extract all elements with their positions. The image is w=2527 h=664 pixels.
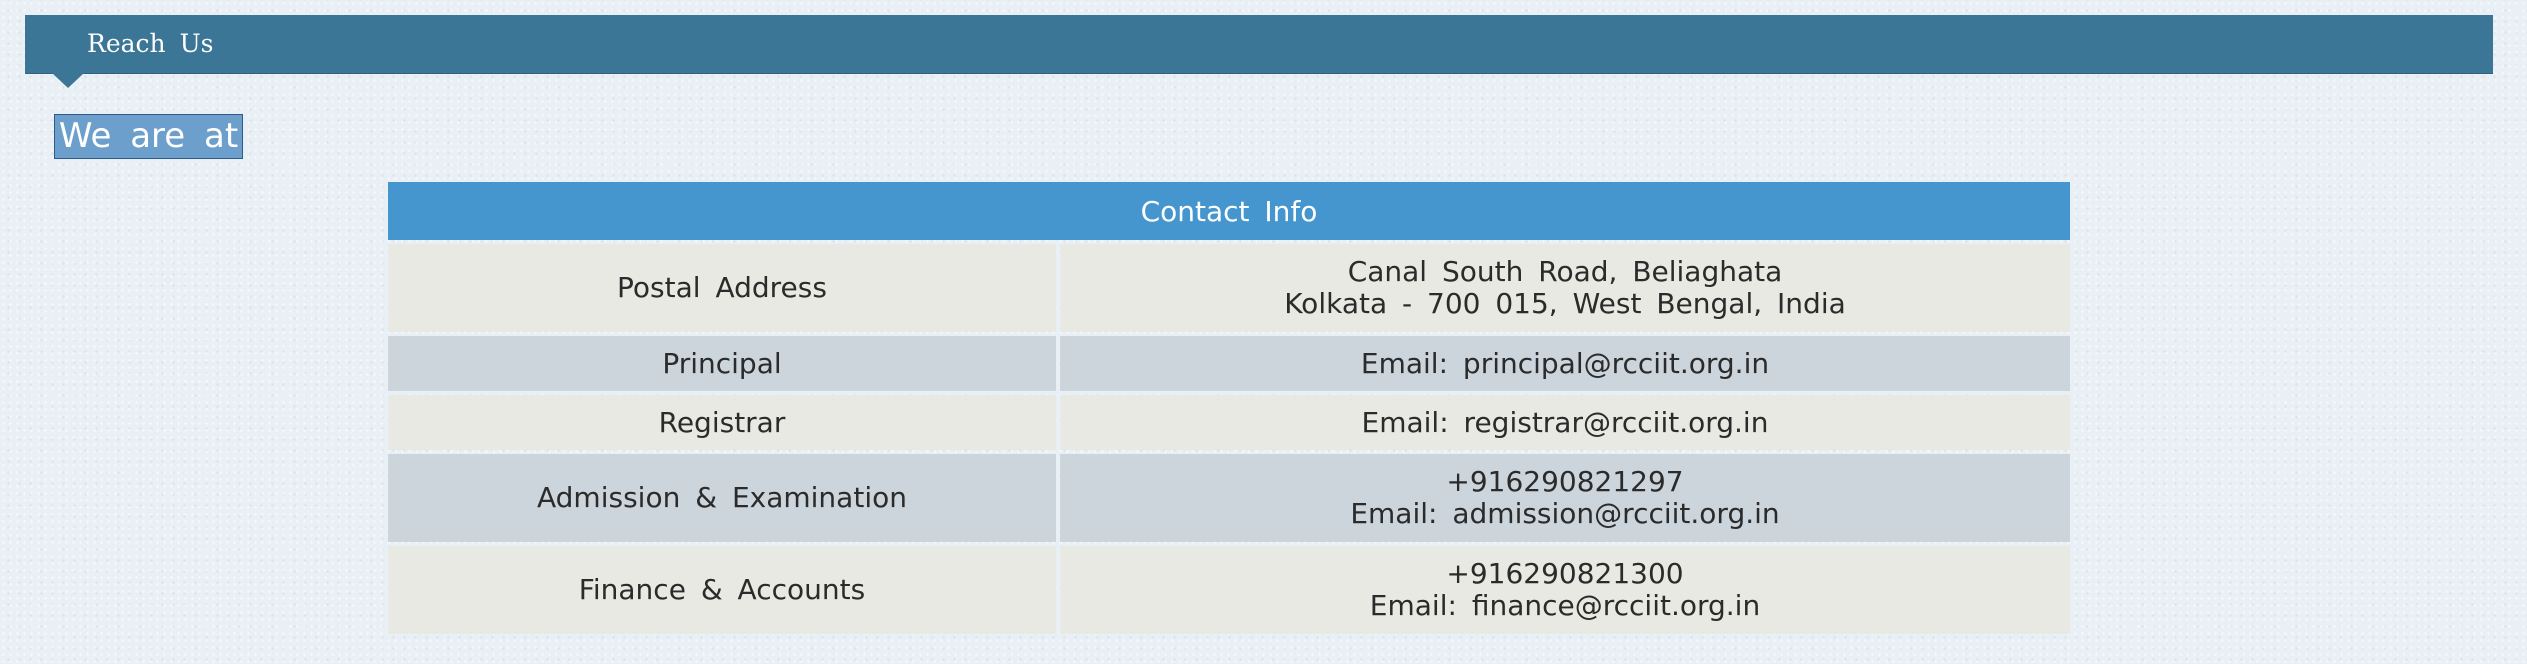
reach-us-header-bar: Reach Us: [25, 15, 2493, 74]
postal-address-line-1: Canal South Road, Beliaghata: [1347, 255, 1783, 288]
principal-label: Principal: [388, 336, 1056, 391]
admission-email[interactable]: Email: admission@rcciit.org.in: [1060, 498, 2070, 530]
postal-address-label: Postal Address: [388, 244, 1056, 332]
reach-us-title: Reach Us: [87, 29, 214, 58]
registrar-email[interactable]: Email: registrar@rcciit.org.in: [1060, 395, 2070, 450]
header-pointer-arrow: [52, 73, 84, 88]
admission-value: +916290821297 Email: admission@rcciit.or…: [1060, 454, 2070, 542]
finance-value: +916290821300 Email: finance@rcciit.org.…: [1060, 546, 2070, 634]
table-row-principal: Principal Email: principal@rcciit.org.in: [388, 336, 2070, 391]
admission-label: Admission & Examination: [388, 454, 1056, 542]
we-are-at-heading: We are at: [54, 114, 243, 159]
principal-email[interactable]: Email: principal@rcciit.org.in: [1060, 336, 2070, 391]
table-row-admission: Admission & Examination +916290821297 Em…: [388, 454, 2070, 542]
registrar-label: Registrar: [388, 395, 1056, 450]
finance-phone[interactable]: +916290821300: [1060, 558, 2070, 590]
postal-address-value: Canal South Road, Beliaghata Kolkata - 7…: [1060, 244, 2070, 332]
admission-phone[interactable]: +916290821297: [1060, 466, 2070, 498]
contact-info-table: Contact Info Postal Address Canal South …: [384, 178, 2074, 638]
contact-info-title: Contact Info: [388, 182, 2070, 240]
table-row-postal-address: Postal Address Canal South Road, Beliagh…: [388, 244, 2070, 332]
finance-label: Finance & Accounts: [388, 546, 1056, 634]
table-row-finance: Finance & Accounts +916290821300 Email: …: [388, 546, 2070, 634]
finance-email[interactable]: Email: finance@rcciit.org.in: [1060, 590, 2070, 622]
contact-info-header-row: Contact Info: [388, 182, 2070, 240]
postal-address-line-2: Kolkata - 700 015, West Bengal, India: [1284, 287, 1846, 320]
table-row-registrar: Registrar Email: registrar@rcciit.org.in: [388, 395, 2070, 450]
